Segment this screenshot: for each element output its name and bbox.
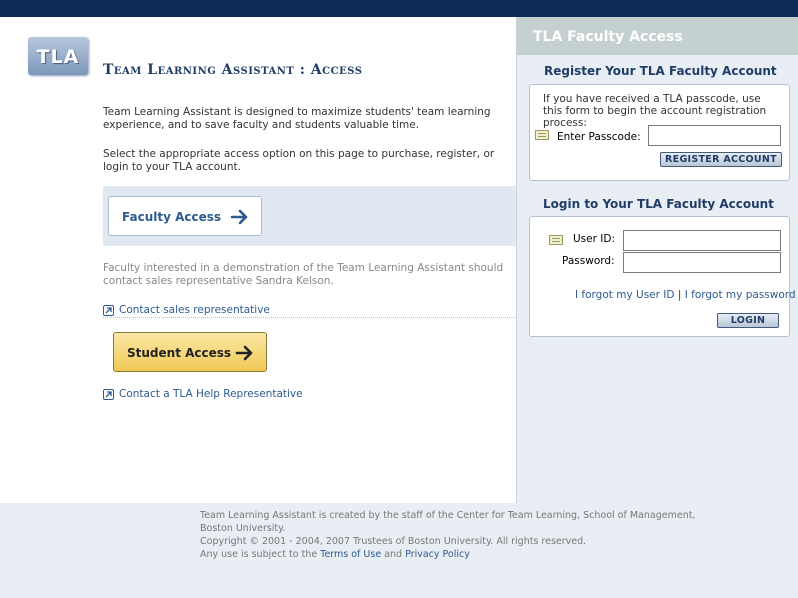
contact-help-label: Contact a TLA Help Representative	[119, 388, 303, 400]
forgot-links: I forgot my User ID | I forgot my passwo…	[575, 289, 796, 301]
forgot-password-link[interactable]: I forgot my password	[685, 289, 796, 301]
footer-terms-line: Any use is subject to the Terms of Use a…	[200, 548, 700, 561]
footer-copyright: Copyright © 2001 - 2004, 2007 Trustees o…	[200, 536, 587, 547]
faculty-access-button[interactable]: Faculty Access	[108, 196, 262, 236]
forgot-userid-link[interactable]: I forgot my User ID	[575, 289, 674, 301]
sidebar-header-title: TLA Faculty Access	[533, 29, 683, 45]
footer-terms-prefix: Any use is subject to the	[200, 549, 318, 560]
privacy-policy-link[interactable]: Privacy Policy	[405, 549, 470, 560]
login-title: Login to Your TLA Faculty Account	[543, 197, 774, 211]
arrow-right-icon	[235, 345, 253, 361]
userid-label: User ID:	[573, 233, 615, 245]
instructions-paragraph: Select the appropriate access option on …	[103, 148, 495, 173]
link-separator: |	[677, 289, 682, 301]
register-description: If you have received a TLA passcode, use…	[543, 93, 767, 129]
student-access-button[interactable]: Student Access	[113, 332, 267, 372]
footer-and: and	[384, 549, 403, 560]
userid-input[interactable]	[623, 230, 781, 251]
top-bar	[0, 0, 798, 17]
sidebar-header: TLA Faculty Access	[517, 17, 798, 55]
contact-help-link[interactable]: Contact a TLA Help Representative	[103, 388, 303, 400]
student-access-label: Student Access	[127, 346, 232, 360]
note-icon	[535, 130, 549, 140]
external-link-icon	[103, 388, 114, 400]
main-content-area	[0, 17, 516, 503]
tla-logo: TLA	[28, 37, 88, 75]
divider	[103, 317, 516, 318]
contact-sales-link[interactable]: Contact sales representative	[103, 304, 270, 316]
page-title: Team Learning Assistant : Access	[103, 62, 363, 78]
passcode-input[interactable]	[648, 125, 781, 146]
external-link-icon	[103, 304, 114, 316]
contact-sales-label: Contact sales representative	[119, 304, 270, 316]
arrow-right-icon	[230, 209, 248, 225]
intro-paragraph: Team Learning Assistant is designed to m…	[103, 106, 491, 131]
footer-credits: Team Learning Assistant is created by th…	[200, 510, 696, 534]
register-title: Register Your TLA Faculty Account	[544, 64, 777, 78]
note-icon	[549, 235, 563, 245]
login-button[interactable]: LOGIN	[717, 313, 779, 328]
faculty-access-label: Faculty Access	[122, 210, 222, 224]
passcode-label: Enter Passcode:	[557, 131, 641, 143]
terms-of-use-link[interactable]: Terms of Use	[320, 549, 381, 560]
password-input[interactable]	[623, 252, 781, 273]
register-account-button[interactable]: REGISTER ACCOUNT	[660, 152, 782, 167]
demo-note: Faculty interested in a demonstration of…	[103, 262, 504, 287]
password-label: Password:	[562, 255, 615, 267]
